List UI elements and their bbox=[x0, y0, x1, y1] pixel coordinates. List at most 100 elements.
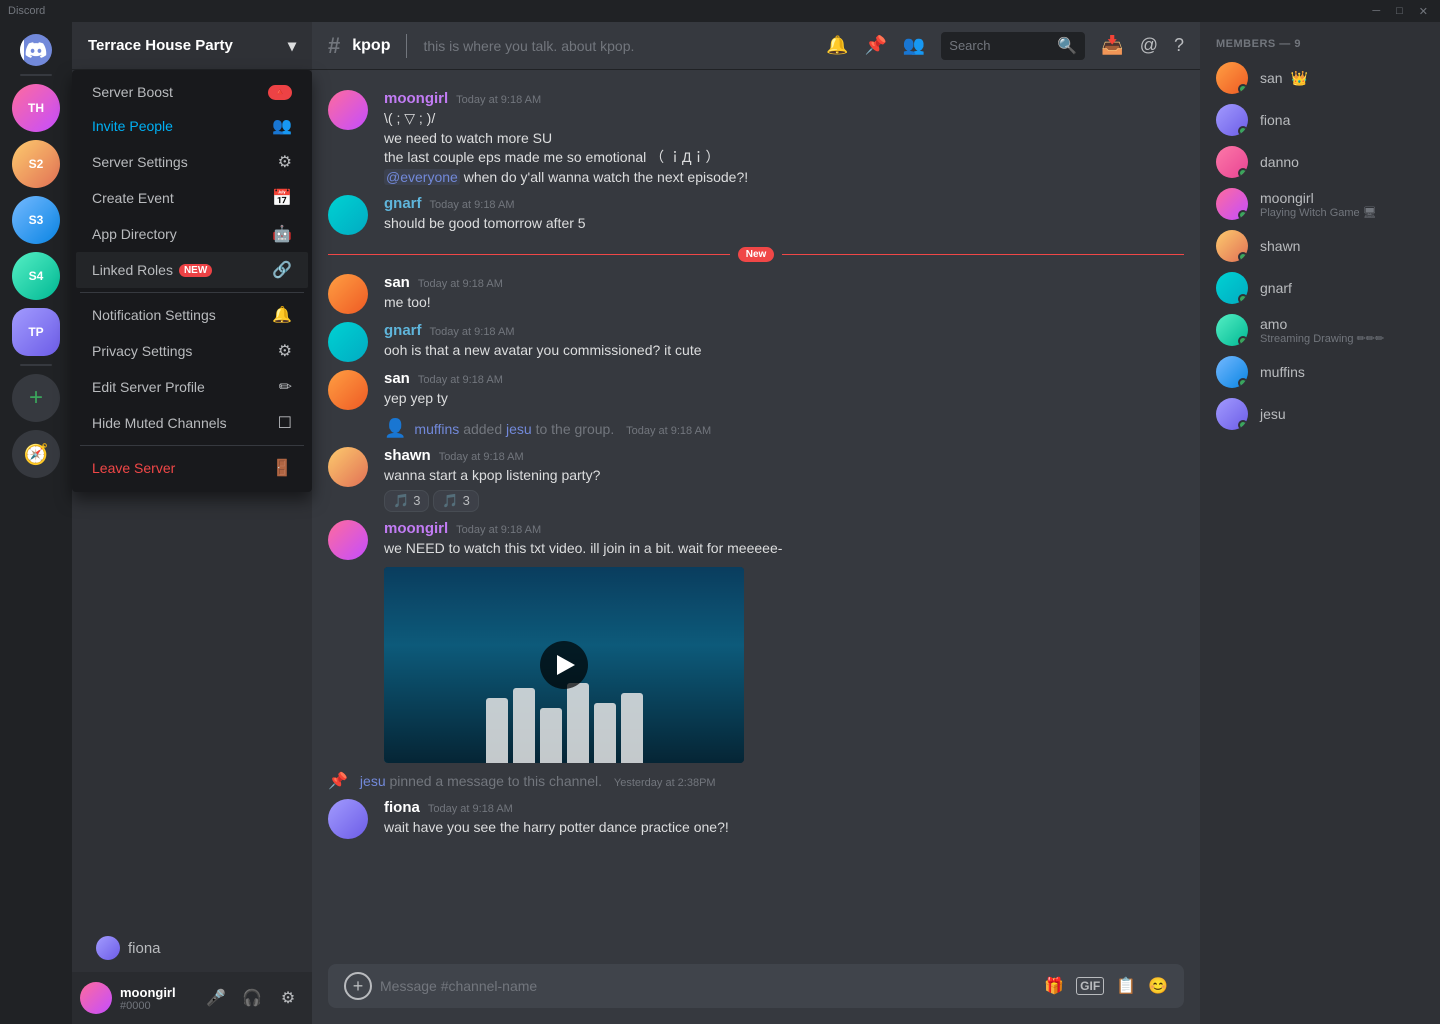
minimize-btn[interactable]: ─ bbox=[1368, 5, 1384, 18]
message-header-moongirl-2: moongirl Today at 9:18 AM bbox=[384, 520, 1184, 537]
system-mention-muffins[interactable]: muffins bbox=[414, 421, 459, 437]
member-item-fiona[interactable]: fiona bbox=[1208, 100, 1432, 140]
member-item-muffins[interactable]: muffins bbox=[1208, 352, 1432, 392]
menu-item-hide-muted-channels[interactable]: Hide Muted Channels ☐ bbox=[76, 405, 308, 441]
server-divider-2 bbox=[20, 364, 52, 366]
explore-icon[interactable]: 🧭 bbox=[12, 430, 60, 478]
everyone-mention: @everyone bbox=[384, 169, 460, 185]
menu-item-privacy-settings[interactable]: Privacy Settings ⚙ bbox=[76, 333, 308, 369]
message-group-fiona: fiona Today at 9:18 AM wait have you see… bbox=[312, 795, 1200, 843]
video-play-button[interactable] bbox=[540, 641, 588, 689]
message-author-fiona[interactable]: fiona bbox=[384, 799, 420, 816]
system-message-added: 👤 muffins added jesu to the group. Today… bbox=[312, 414, 1200, 443]
reaction-music-1[interactable]: 🎵 3 bbox=[384, 490, 429, 512]
video-embed[interactable] bbox=[384, 567, 744, 763]
server-icon-terrace[interactable]: TP bbox=[12, 308, 60, 356]
member-item-amo[interactable]: amo Streaming Drawing ✏✏✏ bbox=[1208, 310, 1432, 350]
message-input-placeholder[interactable]: Message #channel-name bbox=[380, 978, 1036, 994]
close-btn[interactable]: ✕ bbox=[1415, 5, 1432, 18]
user-info: moongirl #0000 bbox=[120, 985, 192, 1012]
system-mention-jesu[interactable]: jesu bbox=[506, 421, 532, 437]
dropdown-chevron-icon[interactable]: ▾ bbox=[288, 36, 296, 56]
member-item-danno[interactable]: danno bbox=[1208, 142, 1432, 182]
sticker-icon[interactable]: 📋 bbox=[1116, 976, 1136, 996]
san-online-indicator bbox=[1238, 84, 1248, 94]
danno-member-name: danno bbox=[1260, 154, 1299, 170]
user-settings-button[interactable]: ⚙ bbox=[272, 982, 304, 1014]
message-author-san-1[interactable]: san bbox=[384, 274, 410, 291]
message-author-san-2[interactable]: san bbox=[384, 370, 410, 387]
message-header-gnarf-1: gnarf Today at 9:18 AM bbox=[384, 195, 1184, 212]
gif-icon[interactable]: GIF bbox=[1076, 977, 1104, 995]
san-avatar-2 bbox=[328, 370, 368, 410]
menu-item-leave-server[interactable]: Leave Server 🚪 bbox=[76, 450, 308, 486]
search-bar[interactable]: Search 🔍 bbox=[941, 32, 1085, 60]
privacy-icon: ⚙ bbox=[278, 341, 292, 361]
menu-item-edit-server-profile[interactable]: Edit Server Profile ✏ bbox=[76, 369, 308, 405]
jesu-online-indicator bbox=[1238, 420, 1248, 430]
message-author-gnarf-2[interactable]: gnarf bbox=[384, 322, 422, 339]
moongirl-member-info: moongirl Playing Witch Game 🖥 bbox=[1260, 190, 1377, 219]
server-icon-3[interactable]: S3 bbox=[12, 196, 60, 244]
at-header-icon[interactable]: @ bbox=[1140, 35, 1158, 56]
message-author-moongirl-2[interactable]: moongirl bbox=[384, 520, 448, 537]
jesu-pin-mention[interactable]: jesu bbox=[360, 773, 386, 789]
menu-item-invite-people[interactable]: Invite People 👥 bbox=[76, 108, 308, 144]
member-item-gnarf[interactable]: gnarf bbox=[1208, 268, 1432, 308]
create-event-icon: 📅 bbox=[272, 188, 292, 208]
emoji-icon[interactable]: 😊 bbox=[1148, 976, 1168, 996]
member-item-shawn[interactable]: shawn bbox=[1208, 226, 1432, 266]
message-content-gnarf-1: gnarf Today at 9:18 AM should be good to… bbox=[384, 195, 1184, 235]
message-author-gnarf-1[interactable]: gnarf bbox=[384, 195, 422, 212]
menu-item-notification-settings[interactable]: Notification Settings 🔔 bbox=[76, 297, 308, 333]
server-icon-2[interactable]: S2 bbox=[12, 140, 60, 188]
member-item-jesu[interactable]: jesu bbox=[1208, 394, 1432, 434]
danno-member-avatar bbox=[1216, 146, 1248, 178]
server-icon-4[interactable]: S4 bbox=[12, 252, 60, 300]
system-message-time: Today at 9:18 AM bbox=[626, 425, 711, 437]
menu-item-linked-roles[interactable]: Linked Roles NEW 🔗 bbox=[76, 252, 308, 288]
message-author-moongirl[interactable]: moongirl bbox=[384, 90, 448, 107]
channel-sidebar: Terrace House Party ▾ Server Boost 🔺 Inv… bbox=[72, 22, 312, 1024]
shawn-member-info: shawn bbox=[1260, 238, 1300, 254]
fiona-member-info: fiona bbox=[1260, 112, 1290, 128]
message-timestamp-moongirl-2: Today at 9:18 AM bbox=[456, 524, 541, 536]
server-header[interactable]: Terrace House Party ▾ bbox=[72, 22, 312, 70]
headphones-button[interactable]: 🎧 bbox=[236, 982, 268, 1014]
gift-icon[interactable]: 🎁 bbox=[1044, 976, 1064, 996]
jesu-member-avatar bbox=[1216, 398, 1248, 430]
discord-home-icon[interactable] bbox=[20, 34, 52, 66]
message-group-moongirl-1: moongirl Today at 9:18 AM \( ; ▽ ; )/ we… bbox=[312, 86, 1200, 191]
channel-list: fiona bbox=[72, 924, 312, 972]
pin-header-icon[interactable]: 📌 bbox=[864, 35, 886, 56]
muffins-member-info: muffins bbox=[1260, 364, 1305, 380]
window-controls[interactable]: ─ □ ✕ bbox=[1368, 5, 1432, 18]
menu-item-app-directory[interactable]: App Directory 🤖 bbox=[76, 216, 308, 252]
member-item-moongirl[interactable]: moongirl Playing Witch Game 🖥 bbox=[1208, 184, 1432, 224]
message-author-shawn[interactable]: shawn bbox=[384, 447, 431, 464]
system-message-text: muffins added jesu to the group. Today a… bbox=[414, 421, 711, 437]
add-server-button[interactable]: + bbox=[12, 374, 60, 422]
notifications-header-icon[interactable]: 🔔 bbox=[826, 35, 848, 56]
members-header-icon[interactable]: 👥 bbox=[903, 35, 925, 56]
reaction-music-2[interactable]: 🎵 3 bbox=[433, 490, 478, 512]
header-icons: 🔔 📌 👥 Search 🔍 📥 @ ? bbox=[826, 32, 1184, 60]
menu-item-server-boost[interactable]: Server Boost 🔺 bbox=[76, 76, 308, 108]
amo-status: Streaming Drawing ✏✏✏ bbox=[1260, 332, 1384, 345]
message-header-san-1: san Today at 9:18 AM bbox=[384, 274, 1184, 291]
checkbox-icon: ☐ bbox=[278, 413, 292, 433]
mic-button[interactable]: 🎤 bbox=[200, 982, 232, 1014]
muffins-member-name: muffins bbox=[1260, 364, 1305, 380]
message-plus-button[interactable]: + bbox=[344, 972, 372, 1000]
san-member-avatar bbox=[1216, 62, 1248, 94]
server-icon-1[interactable]: TH bbox=[12, 84, 60, 132]
linked-roles-icon: 🔗 bbox=[272, 260, 292, 280]
channel-item-fiona[interactable]: fiona bbox=[80, 932, 304, 964]
inbox-header-icon[interactable]: 📥 bbox=[1101, 35, 1123, 56]
amo-member-avatar bbox=[1216, 314, 1248, 346]
member-item-san[interactable]: san 👑 bbox=[1208, 58, 1432, 98]
menu-item-server-settings[interactable]: Server Settings ⚙ bbox=[76, 144, 308, 180]
menu-item-create-event[interactable]: Create Event 📅 bbox=[76, 180, 308, 216]
help-header-icon[interactable]: ? bbox=[1174, 35, 1184, 56]
maximize-btn[interactable]: □ bbox=[1392, 5, 1407, 18]
